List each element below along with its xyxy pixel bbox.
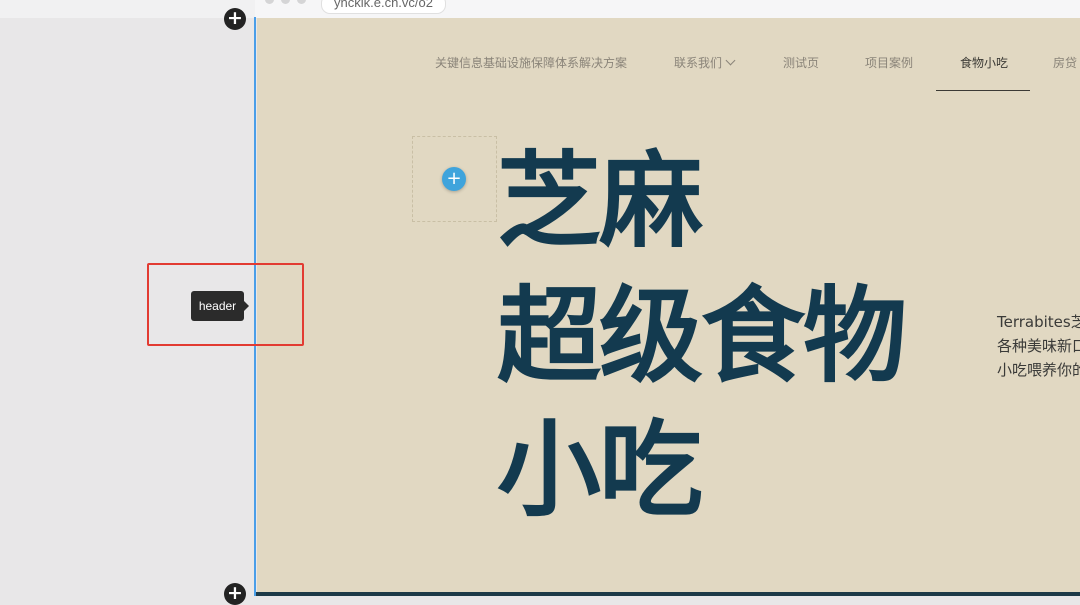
hero-title-line-3: 小吃 [497, 409, 703, 531]
url-field[interactable]: yncklk.e.cn.vc/o2 [321, 0, 446, 14]
chevron-down-icon [725, 55, 736, 66]
highlight-annotation-box [147, 263, 304, 346]
window-maximize-dot[interactable] [297, 0, 306, 4]
nav-item-test-page[interactable]: 测试页 [783, 54, 819, 71]
nav-item-contact-us-label: 联系我们 [674, 56, 723, 70]
browser-address-bar: yncklk.e.cn.vc/o2 [255, 0, 1080, 19]
nav-item-food-snacks[interactable]: 食物小吃 [960, 54, 1008, 71]
hero-description-line-3: 小吃喂养你的 [997, 361, 1080, 379]
add-section-below-icon[interactable]: + [224, 583, 246, 605]
hero-description: Terrabites芝 各种美味新口 小吃喂养你的 [997, 310, 1080, 382]
next-section-edge [255, 592, 1080, 596]
nav-item-projects[interactable]: 项目案例 [865, 54, 913, 71]
nav-item-contact-us[interactable]: 联系我们 [674, 54, 736, 71]
add-section-above-icon[interactable]: + [224, 8, 246, 30]
add-block-icon[interactable]: + [442, 167, 466, 191]
hero-title-line-1: 芝麻 [497, 140, 703, 262]
nav-item-mortgage[interactable]: 房贷 [1053, 54, 1077, 71]
editor-top-strip [0, 0, 255, 18]
nav-item-infrastructure-solution[interactable]: 关键信息基础设施保障体系解决方案 [435, 54, 627, 71]
active-nav-underline [936, 90, 1030, 91]
website-preview-page: 关键信息基础设施保障体系解决方案 联系我们 测试页 项目案例 食物小吃 房贷 +… [257, 18, 1080, 592]
window-minimize-dot[interactable] [281, 0, 290, 4]
hero-title-line-2: 超级食物 [497, 275, 907, 397]
hero-description-line-1: Terrabites芝 [997, 313, 1080, 331]
window-close-dot[interactable] [265, 0, 274, 4]
site-navigation: 关键信息基础设施保障体系解决方案 联系我们 测试页 项目案例 食物小吃 房贷 [257, 54, 1080, 74]
hero-description-line-2: 各种美味新口 [997, 337, 1080, 355]
